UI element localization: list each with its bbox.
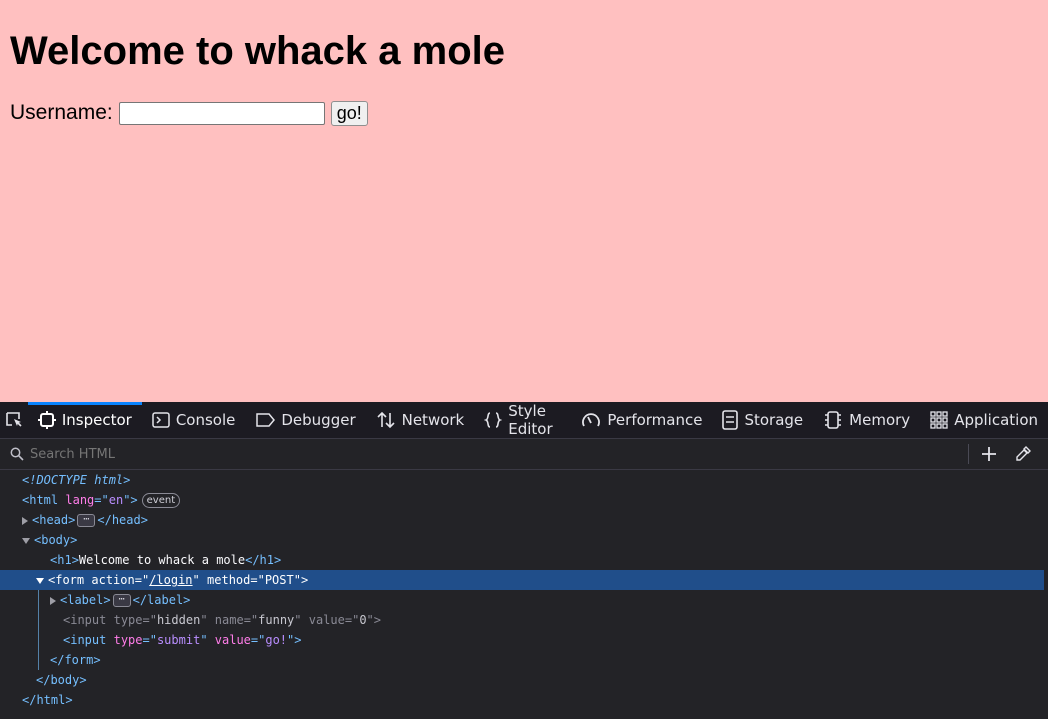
label-close-tag: label [147, 593, 184, 607]
expand-toggle-icon[interactable] [50, 596, 56, 605]
tree-row-html[interactable]: <html lang="en"> event [0, 490, 1044, 510]
tree-row-hidden-input[interactable]: <input type="hidden" name="funny" value=… [0, 610, 1044, 630]
head-close-tag: head [111, 513, 141, 527]
username-label: Username: [10, 101, 113, 124]
attr-name: lang [65, 493, 95, 507]
tab-debugger[interactable]: Debugger [245, 402, 365, 438]
tree-row-submit-input[interactable]: <input type="submit" value="go!"> [0, 630, 1044, 650]
tab-label: Memory [849, 411, 911, 429]
devtools-panel: Inspector Console Debugger Network Style… [0, 402, 1048, 719]
form-tag: form [55, 573, 85, 587]
tab-memory[interactable]: Memory [813, 402, 920, 438]
form-close-tag: form [64, 653, 94, 667]
memory-icon [823, 410, 843, 430]
html-close-tag: html [36, 693, 66, 707]
tab-label: Network [401, 411, 465, 429]
storage-icon [722, 410, 739, 430]
performance-icon [581, 411, 601, 429]
tree-row-form-close[interactable]: </form> [0, 650, 1044, 670]
tab-label: Console [175, 411, 236, 429]
html-tag: html [29, 493, 59, 507]
attr-value: funny [258, 613, 295, 627]
input-tag: input [70, 613, 107, 627]
tab-label: Debugger [281, 411, 356, 429]
input-tag: input [70, 633, 107, 647]
body-tag: body [41, 533, 71, 547]
attr-name: name [214, 613, 244, 627]
attr-name: type [113, 633, 143, 647]
go-button[interactable]: go! [330, 100, 368, 126]
expand-toggle-icon[interactable] [22, 516, 28, 525]
h1-tag: h1 [57, 553, 72, 567]
attr-value: go! [265, 633, 288, 647]
h1-close-tag: h1 [259, 553, 274, 567]
search-html-input[interactable] [28, 445, 912, 463]
tab-style-editor[interactable]: Style Editor [474, 402, 571, 438]
attr-value: submit [156, 633, 201, 647]
tab-label: Performance [607, 411, 703, 429]
element-picker-icon [6, 412, 22, 427]
tab-performance[interactable]: Performance [571, 402, 712, 438]
event-badge[interactable]: event [141, 493, 181, 508]
tab-storage[interactable]: Storage [712, 402, 813, 438]
markup-tree: <!DOCTYPE html> <html lang="en"> event <h… [0, 470, 1048, 719]
login-form: Username: go! [10, 100, 368, 126]
tree-row-head[interactable]: <head> ⋯ </head> [0, 510, 1044, 530]
console-icon [152, 411, 170, 429]
eyedropper-icon [1016, 446, 1031, 461]
attr-name: value [308, 613, 345, 627]
application-icon [930, 411, 948, 429]
body-close-tag: body [50, 673, 80, 687]
head-tag: head [39, 513, 69, 527]
search-html-bar [0, 439, 1048, 470]
tree-row-h1[interactable]: <h1>Welcome to whack a mole</h1> [0, 550, 1044, 570]
doctype-node: <!DOCTYPE html> [22, 473, 131, 487]
collapsed-ellipsis[interactable]: ⋯ [112, 594, 131, 607]
form-indent-guide [38, 590, 39, 670]
page-heading: Welcome to whack a mole [10, 29, 505, 73]
tab-label: Style Editor [508, 402, 553, 438]
search-icon [10, 447, 24, 461]
tree-row-label[interactable]: <label> ⋯ </label> [0, 590, 1044, 610]
tab-inspector[interactable]: Inspector [27, 402, 142, 438]
element-picker-button[interactable] [0, 402, 28, 438]
debugger-icon [255, 412, 276, 428]
attr-value: 0 [359, 613, 367, 627]
attr-value: en [108, 493, 124, 507]
plus-icon [982, 447, 996, 461]
attr-name: type [113, 613, 143, 627]
toolbar-divider [968, 444, 969, 464]
add-node-button[interactable] [978, 443, 1000, 465]
collapse-toggle-icon[interactable] [36, 577, 44, 584]
web-page: Welcome to whack a mole Username: go! [0, 0, 1048, 402]
attr-value: POST [264, 573, 294, 587]
tab-label: Storage [744, 411, 804, 429]
tab-console[interactable]: Console [142, 402, 246, 438]
tree-row-html-close[interactable]: </html> [0, 690, 1044, 710]
tree-row-doctype[interactable]: <!DOCTYPE html> [0, 470, 1044, 490]
attr-value: hidden [156, 613, 201, 627]
tree-row-form-selected[interactable]: <form action="/login" method="POST"> [0, 570, 1044, 590]
tab-label: Application [954, 411, 1038, 429]
inspector-icon [37, 411, 56, 429]
label-tag: label [67, 593, 104, 607]
eyedropper-button[interactable] [1012, 443, 1034, 465]
tab-application[interactable]: Application [920, 402, 1048, 438]
tree-row-body-close[interactable]: </body> [0, 670, 1044, 690]
collapsed-ellipsis[interactable]: ⋯ [77, 514, 96, 527]
tree-row-body[interactable]: <body> [0, 530, 1044, 550]
collapse-toggle-icon[interactable] [22, 537, 30, 544]
form-action-link[interactable]: /login [149, 573, 192, 587]
h1-text: Welcome to whack a mole [78, 553, 246, 567]
attr-name: action [91, 573, 135, 587]
tab-label: Inspector [61, 411, 132, 429]
network-icon [376, 411, 396, 429]
username-input[interactable] [118, 101, 325, 125]
devtools-toolbar: Inspector Console Debugger Network Style… [0, 402, 1048, 439]
attr-name: value [214, 633, 251, 647]
attr-name: method [207, 573, 251, 587]
style-editor-icon [484, 411, 503, 429]
tab-network[interactable]: Network [366, 402, 475, 438]
